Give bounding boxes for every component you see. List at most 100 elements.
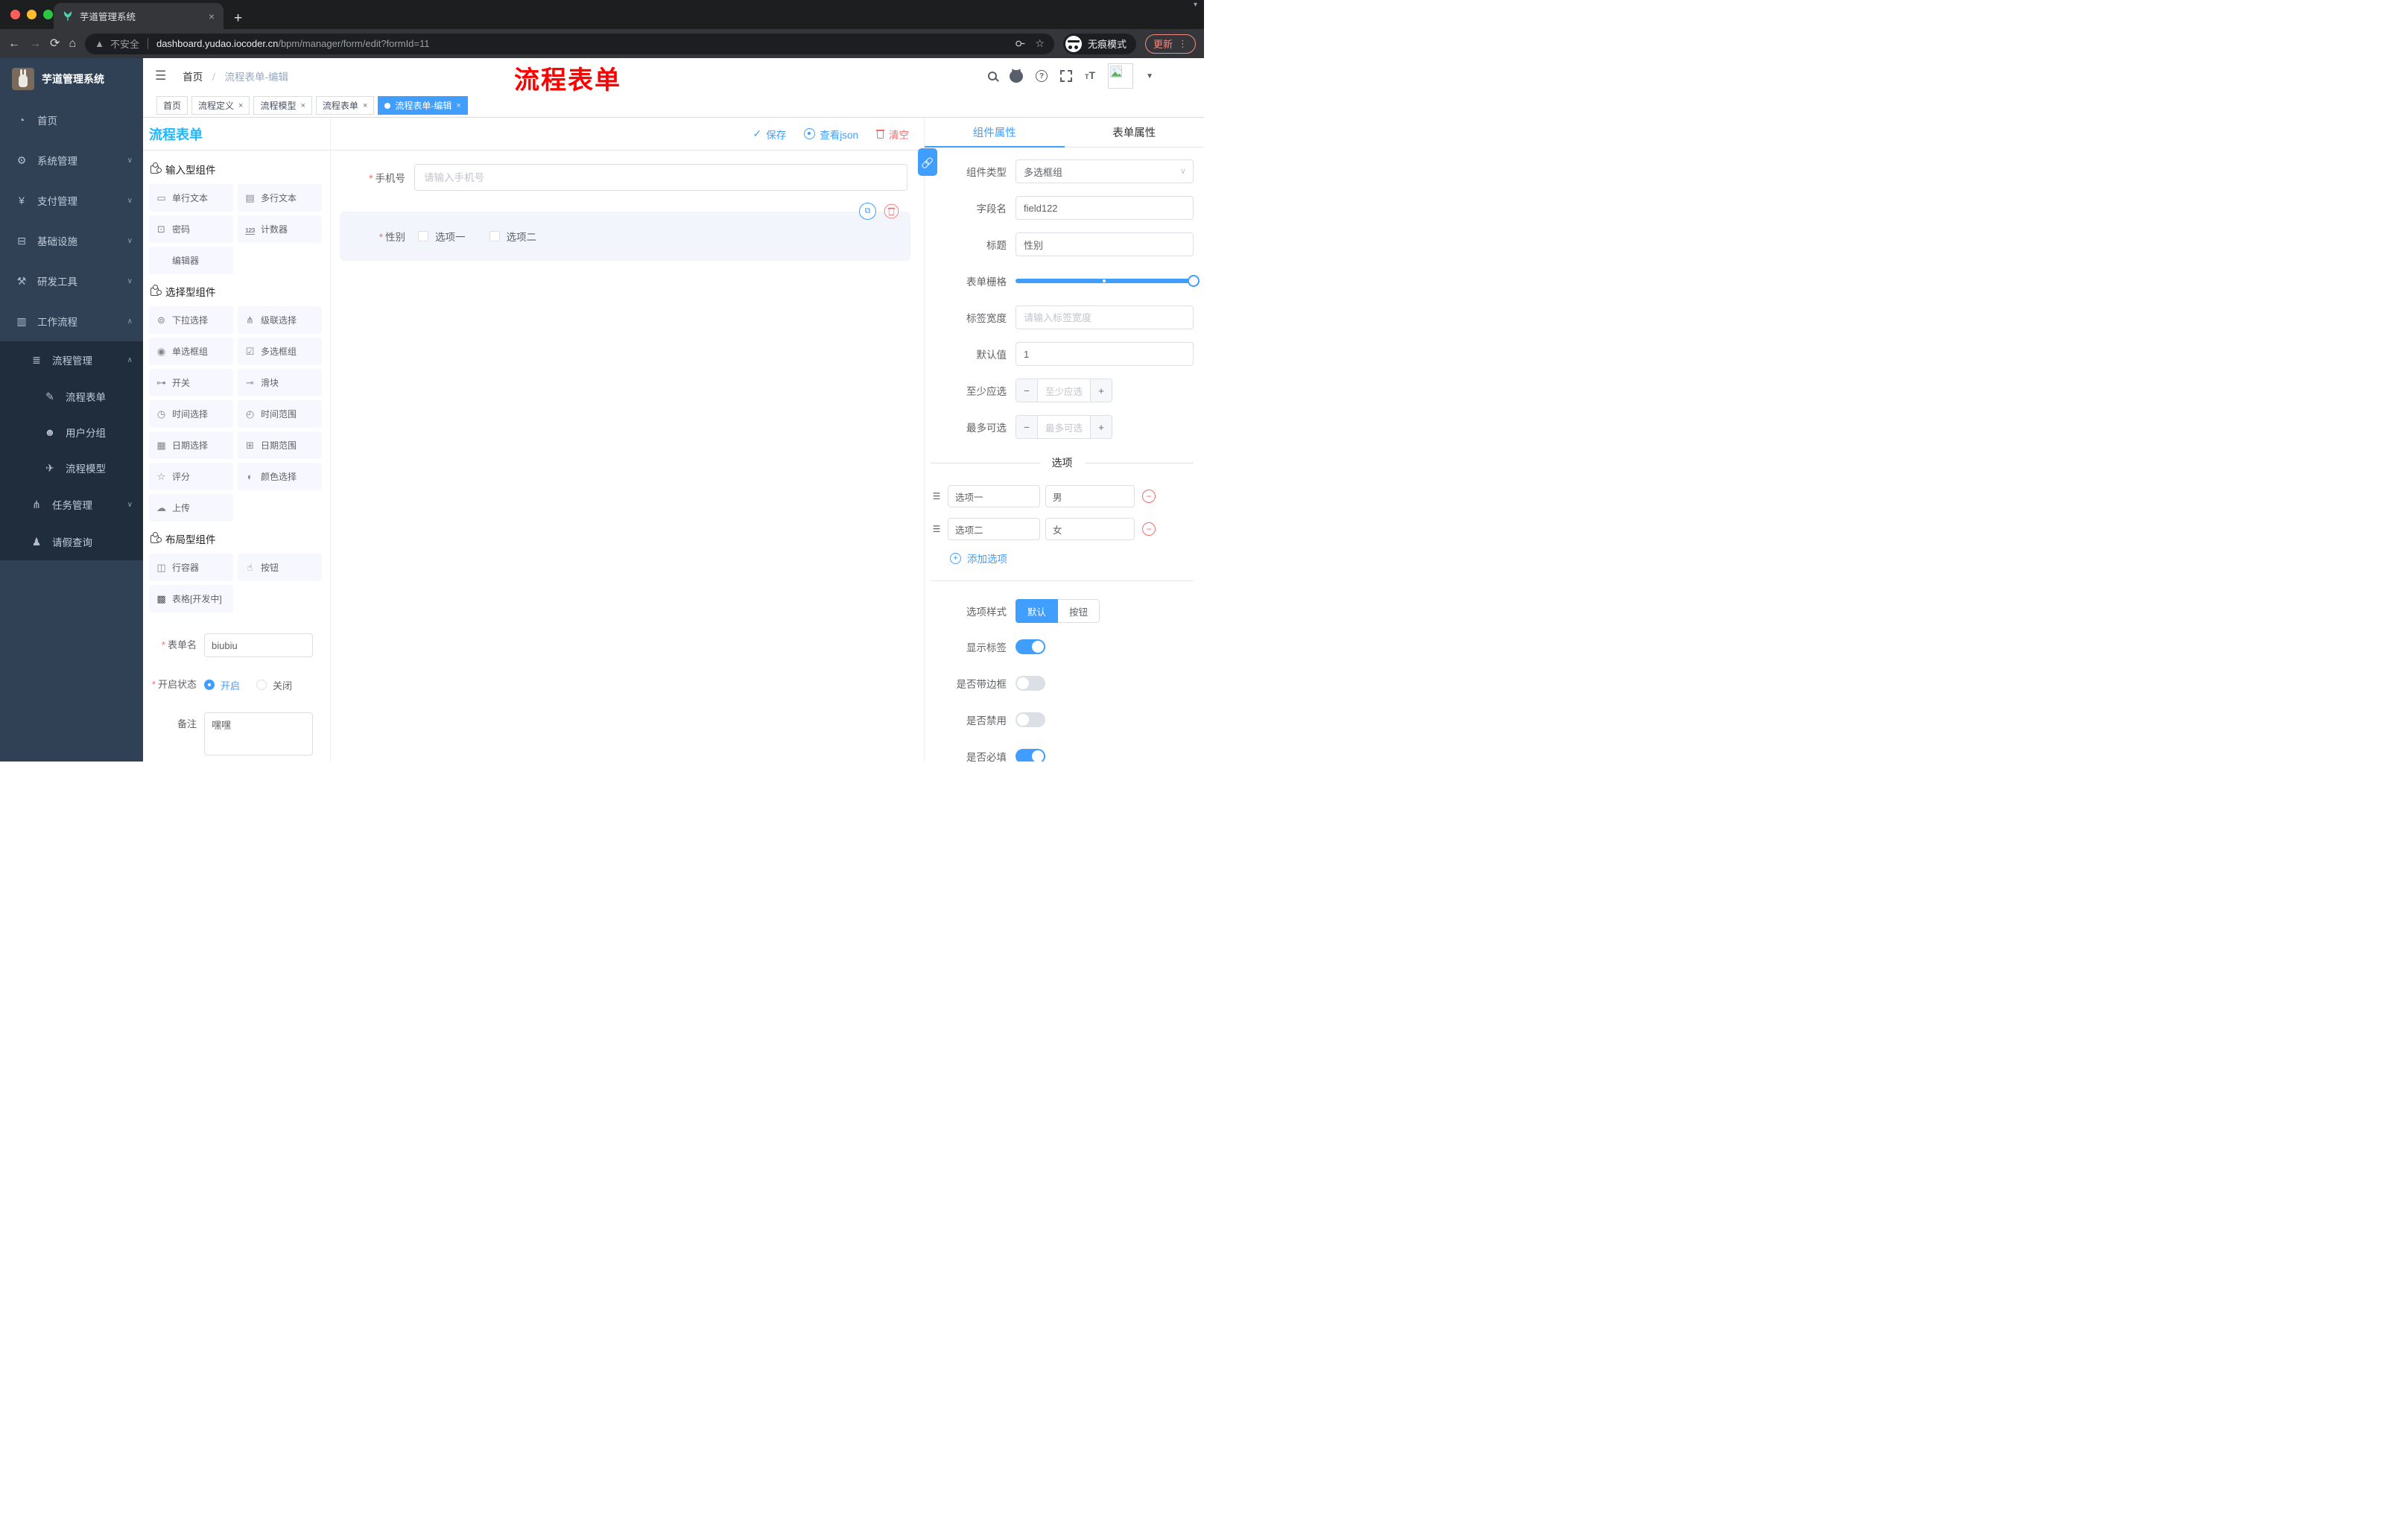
new-tab-button[interactable]: + — [234, 11, 242, 25]
checkbox-option-2[interactable]: 选项二 — [489, 229, 536, 244]
maximize-window-button[interactable] — [43, 10, 53, 19]
canvas-body[interactable]: 手机号 ⧉ 性别 选项一 — [331, 151, 924, 762]
tag-流程模型[interactable]: 流程模型 × — [253, 96, 312, 115]
github-icon[interactable] — [1010, 69, 1024, 83]
component-级联选择[interactable]: ⋔ 级联选择 — [238, 306, 322, 334]
password-key-icon[interactable]: ⚲ — [1014, 39, 1027, 47]
add-option-button[interactable]: + 添加选项 — [950, 551, 1194, 566]
label-width-input[interactable] — [1016, 305, 1194, 329]
component-下拉选择[interactable]: ⊚ 下拉选择 — [149, 306, 233, 334]
search-icon[interactable] — [988, 72, 998, 80]
view-json-button[interactable]: 查看json — [804, 127, 858, 142]
component-编辑器[interactable]: 编辑器 — [149, 247, 233, 274]
tab-close-icon[interactable]: × — [209, 10, 215, 22]
component-type-select[interactable] — [1016, 159, 1194, 183]
component-滑块[interactable]: ⊸ 滑块 — [238, 369, 322, 396]
close-icon[interactable]: × — [456, 101, 460, 110]
component-时间选择[interactable]: ◷ 时间选择 — [149, 400, 233, 428]
minus-icon[interactable]: − — [1016, 416, 1038, 438]
tab-component-props[interactable]: 组件属性 — [925, 118, 1065, 148]
component-开关[interactable]: ⊶ 开关 — [149, 369, 233, 396]
sidebar-item-支付管理[interactable]: ¥ 支付管理 ∨ — [0, 180, 143, 221]
title-input[interactable] — [1016, 232, 1194, 256]
drag-handle-icon[interactable]: ☰ — [931, 524, 942, 534]
bookmark-star-icon[interactable]: ☆ — [1035, 37, 1045, 50]
sidebar-item-基础设施[interactable]: ⊟ 基础设施 ∨ — [0, 221, 143, 261]
component-日期选择[interactable]: ▦ 日期选择 — [149, 431, 233, 459]
drag-handle-icon[interactable]: ☰ — [931, 491, 942, 501]
close-window-button[interactable] — [10, 10, 20, 19]
avatar-caret-icon[interactable]: ▼ — [1146, 72, 1153, 80]
toggle-switch[interactable] — [1016, 676, 1045, 691]
help-icon[interactable] — [1036, 70, 1048, 82]
default-value-input[interactable] — [1016, 342, 1194, 366]
duplicate-field-button[interactable]: ⧉ — [859, 203, 876, 220]
option-label-input[interactable] — [948, 518, 1040, 540]
delete-field-button[interactable] — [884, 203, 899, 219]
style-button-button[interactable]: 按钮 — [1058, 599, 1100, 623]
sidebar-item-请假查询[interactable]: ♟ 请假查询 — [0, 523, 143, 560]
component-颜色选择[interactable]: ◐ 颜色选择 — [238, 463, 322, 490]
sidebar-item-任务管理[interactable]: ⋔ 任务管理 ∨ — [0, 486, 143, 523]
tab-overflow-icon[interactable]: ▾ — [1194, 1, 1197, 9]
font-size-icon[interactable]: TT — [1085, 69, 1095, 83]
component-评分[interactable]: ☆ 评分 — [149, 463, 233, 490]
canvas-field-phone[interactable]: 手机号 — [340, 164, 916, 191]
component-时间范围[interactable]: ◴ 时间范围 — [238, 400, 322, 428]
component-行容器[interactable]: ◫ 行容器 — [149, 554, 233, 581]
fullscreen-icon[interactable] — [1060, 70, 1073, 82]
form-name-input[interactable] — [204, 633, 313, 657]
minus-icon[interactable]: − — [1016, 379, 1038, 402]
component-按钮[interactable]: ☝ 按钮 — [238, 554, 322, 581]
sidebar-item-流程表单[interactable]: ✎ 流程表单 — [0, 379, 143, 414]
phone-input[interactable] — [414, 164, 907, 191]
minimize-window-button[interactable] — [27, 10, 37, 19]
sidebar-item-流程模型[interactable]: ✈ 流程模型 — [0, 450, 143, 486]
link-field-button[interactable] — [918, 148, 937, 176]
tab-form-props[interactable]: 表单属性 — [1064, 118, 1204, 148]
close-icon[interactable]: × — [363, 101, 367, 110]
save-button[interactable]: ✓ 保存 — [753, 127, 787, 142]
option-label-input[interactable] — [948, 485, 1040, 507]
option-value-input[interactable] — [1045, 485, 1135, 507]
radio-unselected-icon[interactable] — [256, 680, 267, 690]
tag-流程定义[interactable]: 流程定义 × — [191, 96, 250, 115]
component-多选框组[interactable]: ☑ 多选框组 — [238, 338, 322, 365]
tag-首页[interactable]: 首页 — [156, 96, 188, 115]
component-上传[interactable]: ☁ 上传 — [149, 494, 233, 522]
sidebar-item-系统管理[interactable]: ⚙ 系统管理 ∨ — [0, 140, 143, 180]
component-日期范围[interactable]: ⊞ 日期范围 — [238, 431, 322, 459]
toggle-switch[interactable] — [1016, 712, 1045, 727]
style-default-button[interactable]: 默认 — [1016, 599, 1059, 623]
more-menu-icon[interactable]: ⋮ — [1178, 38, 1188, 50]
plus-icon[interactable]: + — [1090, 379, 1112, 402]
status-on-label[interactable]: 开启 — [221, 678, 240, 692]
tag-流程表单[interactable]: 流程表单 × — [315, 96, 375, 115]
slider-handle[interactable] — [1188, 275, 1200, 287]
tag-流程表单-编辑[interactable]: 流程表单-编辑 × — [378, 96, 468, 115]
component-多行文本[interactable]: ▤ 多行文本 — [238, 184, 322, 212]
radio-selected-icon[interactable] — [204, 680, 215, 690]
avatar[interactable] — [1108, 63, 1134, 89]
status-off-label[interactable]: 关闭 — [273, 678, 292, 692]
component-计数器[interactable]: 123 计数器 — [238, 215, 322, 243]
form-grid-slider[interactable] — [1016, 269, 1200, 293]
canvas-field-gender-selected[interactable]: ⧉ 性别 选项一 — [340, 203, 910, 261]
reload-icon[interactable]: ⟳ — [50, 37, 60, 50]
remove-option-button[interactable]: − — [1142, 490, 1156, 503]
home-icon[interactable]: ⌂ — [69, 37, 76, 50]
component-单选框组[interactable]: ◉ 单选框组 — [149, 338, 233, 365]
toggle-switch[interactable] — [1016, 749, 1045, 762]
option-value-input[interactable] — [1045, 518, 1135, 540]
close-icon[interactable]: × — [238, 101, 243, 110]
close-icon[interactable]: × — [300, 101, 305, 110]
back-icon[interactable]: ← — [8, 37, 20, 50]
plus-icon[interactable]: + — [1090, 416, 1112, 438]
remove-option-button[interactable]: − — [1142, 522, 1156, 536]
checkbox-icon[interactable] — [489, 231, 500, 241]
clear-button[interactable]: 清空 — [876, 127, 909, 142]
checkbox-icon[interactable] — [418, 231, 428, 241]
address-bar[interactable]: ▲ 不安全 dashboard.yudao.iocoder.cn/bpm/man… — [85, 33, 1054, 54]
form-remark-textarea[interactable] — [204, 712, 313, 756]
component-表格[开发中][interactable]: ▩ 表格[开发中] — [149, 585, 233, 612]
